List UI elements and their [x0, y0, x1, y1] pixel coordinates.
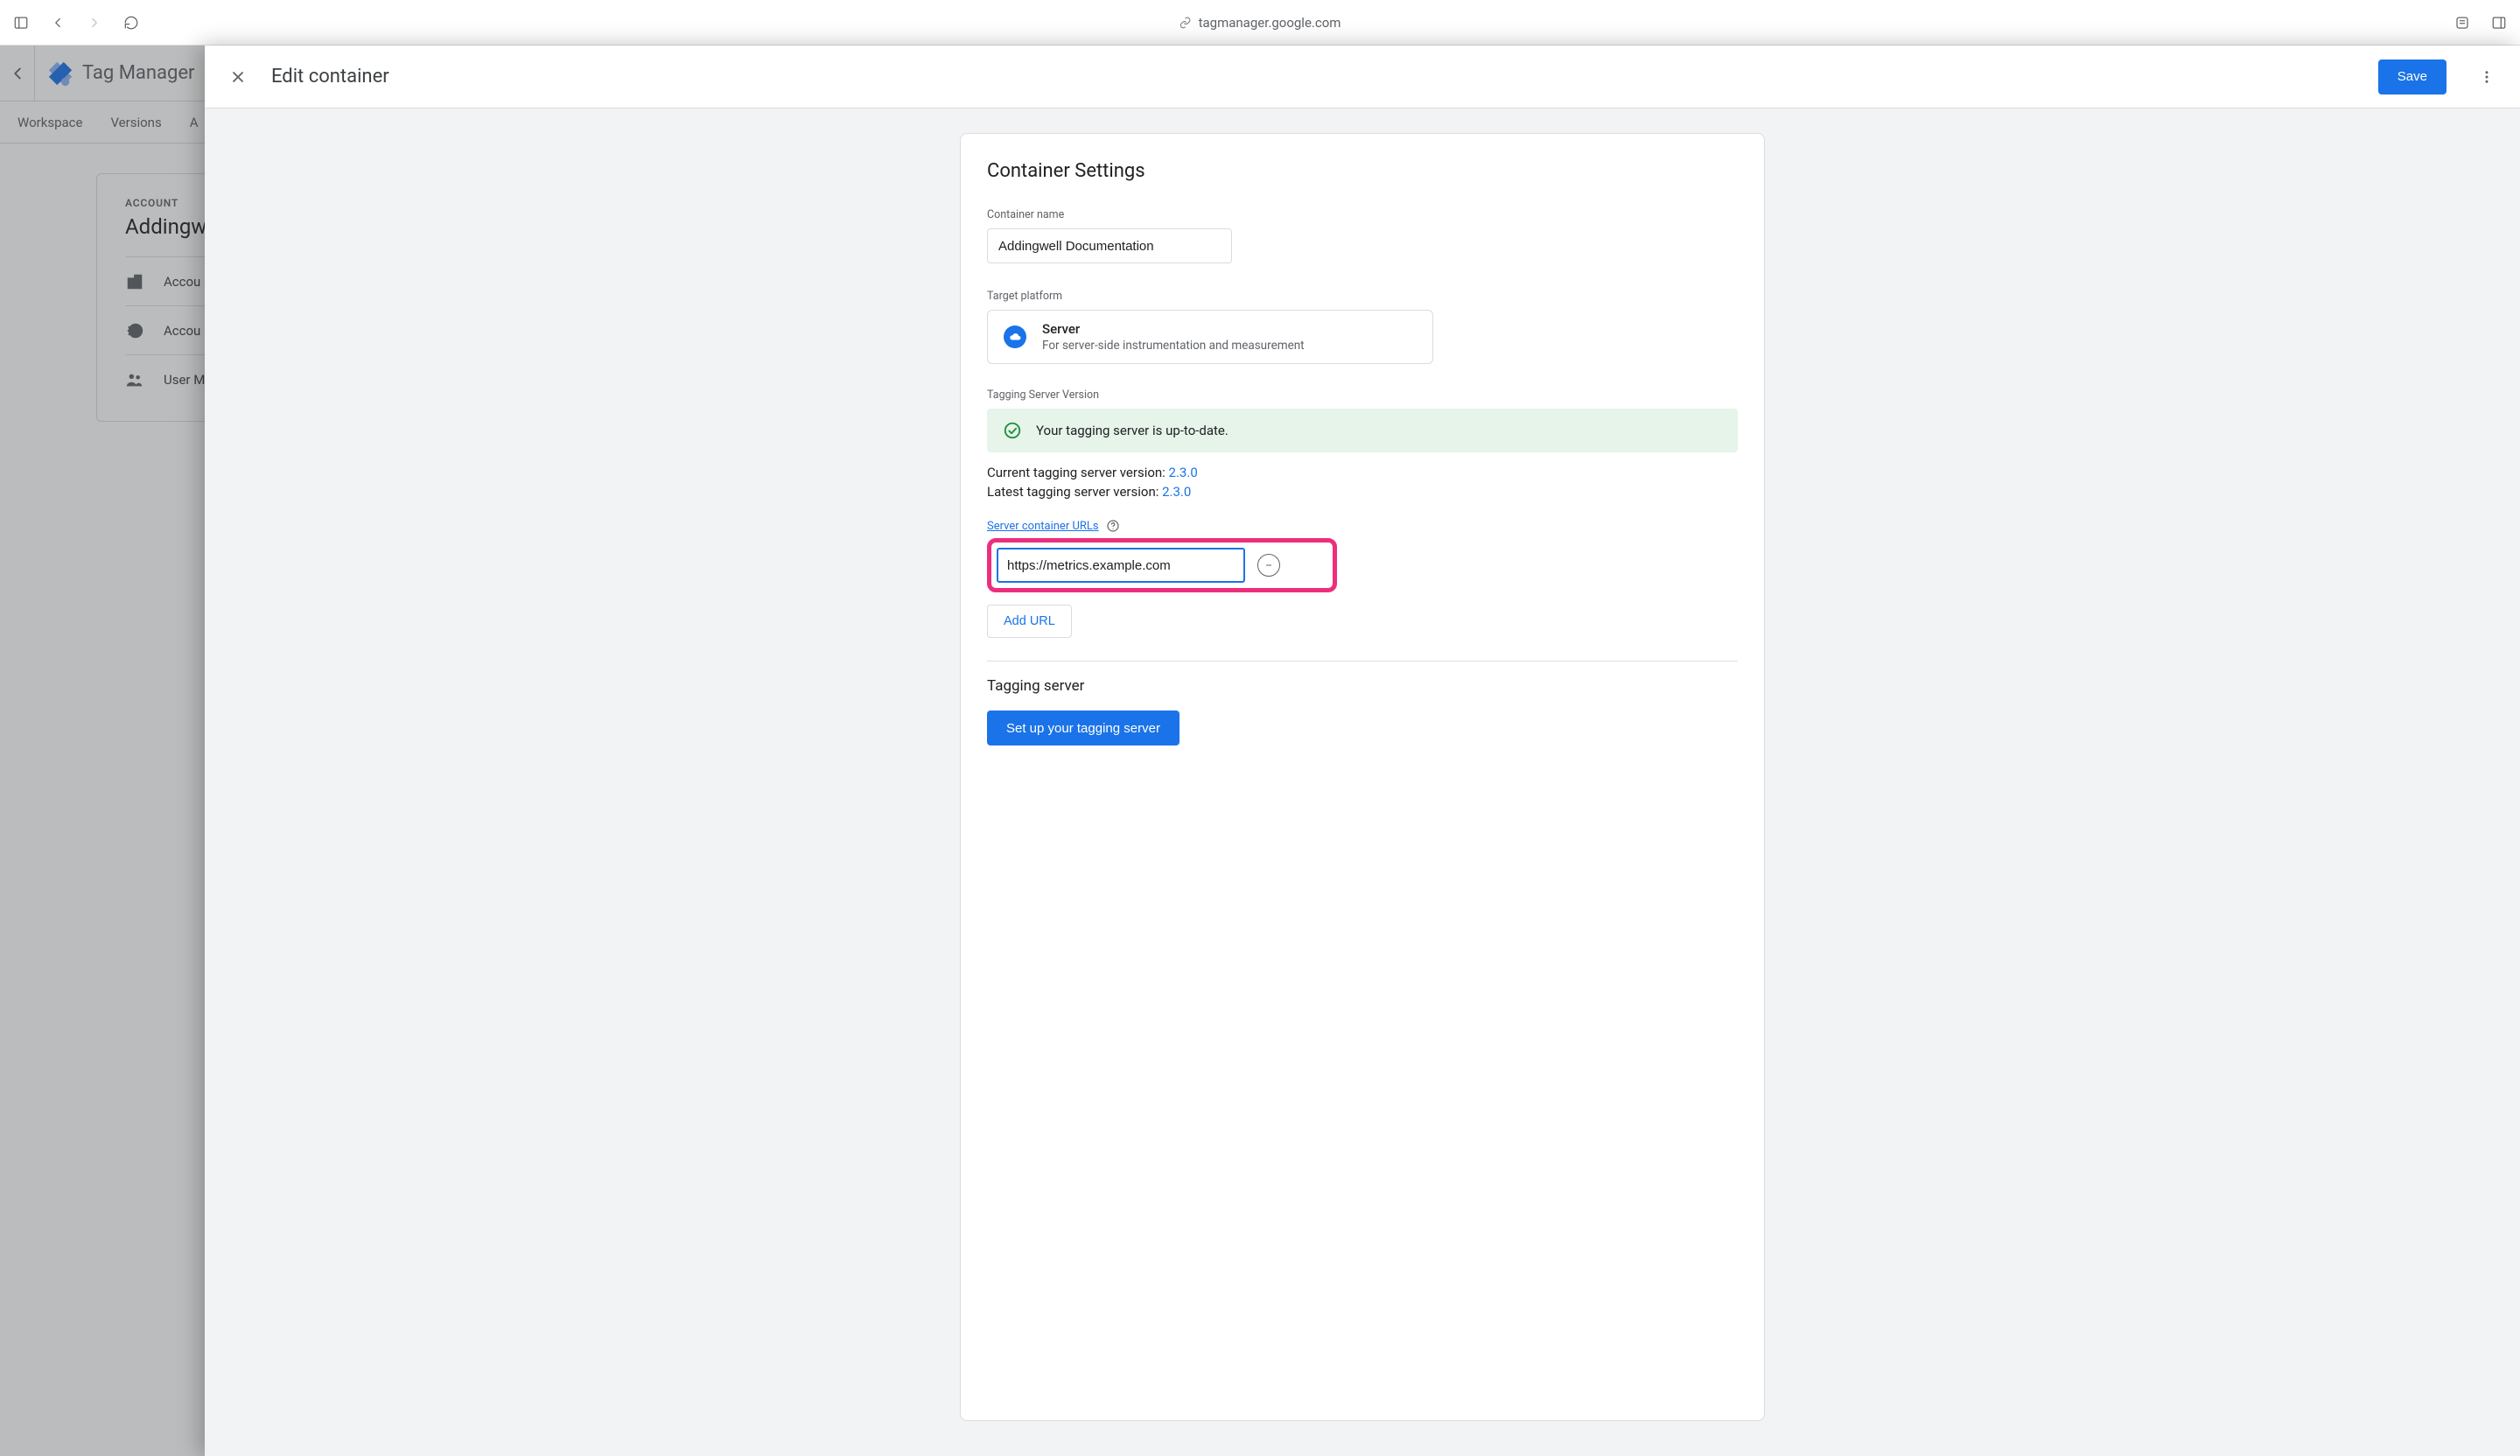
current-version-line: Current tagging server version: 2.3.0 — [987, 465, 1738, 480]
browser-toolbar: tagmanager.google.com — [0, 0, 2520, 46]
tabs-icon[interactable] — [2490, 14, 2508, 32]
version-uptodate-banner: Your tagging server is up-to-date. — [987, 409, 1738, 452]
setup-tagging-server-button[interactable]: Set up your tagging server — [987, 710, 1180, 746]
nav-forward-icon — [86, 14, 103, 32]
address-bar[interactable]: tagmanager.google.com — [1180, 15, 1341, 31]
sidebar-toggle-icon[interactable] — [12, 14, 30, 32]
settings-heading: Container Settings — [987, 160, 1738, 182]
minus-icon — [1264, 560, 1274, 570]
gtm-logo-icon — [47, 60, 74, 87]
users-icon — [125, 370, 144, 389]
tagging-version-label: Tagging Server Version — [987, 388, 1738, 402]
close-button[interactable] — [222, 61, 254, 93]
tab-workspace[interactable]: Workspace — [18, 115, 82, 130]
current-version-link[interactable]: 2.3.0 — [1169, 465, 1198, 480]
container-name-label: Container name — [987, 208, 1738, 221]
history-icon — [125, 321, 144, 340]
check-circle-icon — [1003, 421, 1022, 440]
url-text: tagmanager.google.com — [1199, 15, 1341, 31]
tab-admin-partial[interactable]: A — [190, 115, 199, 130]
reload-icon[interactable] — [122, 14, 140, 32]
cloud-icon — [1004, 326, 1026, 348]
extensions-icon[interactable] — [2454, 14, 2471, 32]
nav-back-icon[interactable] — [49, 14, 66, 32]
bg-row-label: Accou — [164, 274, 200, 290]
server-url-input[interactable] — [997, 548, 1245, 583]
url-highlight-box — [987, 538, 1337, 592]
gtm-product-title: Tag Manager — [82, 62, 194, 84]
panel-title: Edit container — [271, 66, 389, 88]
remove-url-button[interactable] — [1257, 554, 1280, 577]
close-icon — [228, 67, 248, 87]
container-name-input[interactable] — [987, 228, 1232, 263]
banner-text: Your tagging server is up-to-date. — [1036, 423, 1228, 438]
gtm-back-button[interactable] — [0, 46, 35, 102]
latest-version-line: Latest tagging server version: 2.3.0 — [987, 484, 1738, 500]
bg-row-label: Accou — [164, 323, 200, 339]
platform-card[interactable]: Server For server-side instrumentation a… — [987, 310, 1433, 364]
help-icon[interactable] — [1106, 519, 1120, 533]
latest-version-link[interactable]: 2.3.0 — [1162, 484, 1191, 500]
building-icon — [125, 272, 144, 291]
server-urls-label[interactable]: Server container URLs — [987, 520, 1099, 533]
add-url-button[interactable]: Add URL — [987, 605, 1072, 638]
platform-subtitle: For server-side instrumentation and meas… — [1042, 339, 1305, 353]
save-button[interactable]: Save — [2378, 60, 2446, 94]
bg-row-label: User M — [164, 372, 205, 388]
divider — [987, 661, 1738, 662]
link-icon — [1180, 17, 1192, 29]
container-settings-card: Container Settings Container name Target… — [960, 133, 1765, 1421]
more-menu-button[interactable] — [2471, 61, 2502, 93]
platform-title: Server — [1042, 321, 1305, 337]
more-vert-icon — [2479, 69, 2495, 85]
tagging-server-heading: Tagging server — [987, 677, 1738, 695]
edit-container-panel: Edit container Save Container Settings C… — [205, 46, 2520, 1456]
target-platform-label: Target platform — [987, 290, 1738, 303]
tab-versions[interactable]: Versions — [110, 115, 161, 130]
